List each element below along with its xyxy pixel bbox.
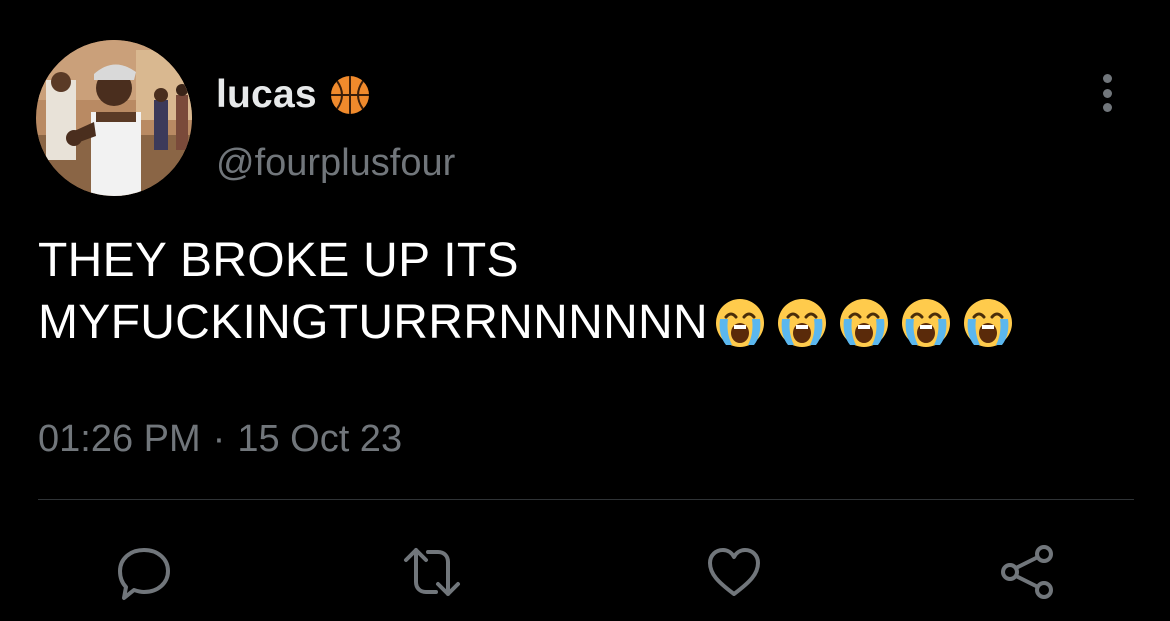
loudly-crying-face-icon bbox=[963, 299, 1012, 347]
retweet-icon bbox=[404, 548, 460, 596]
timestamp-separator: · bbox=[212, 418, 226, 460]
tweet-text-line-2-container: MYFUCKINGTURRRNNNNNN bbox=[38, 292, 1138, 354]
basketball-icon bbox=[330, 76, 369, 114]
reply-icon bbox=[118, 548, 170, 600]
more-dot-icon bbox=[1102, 103, 1112, 112]
loudly-crying-face-icon bbox=[715, 299, 764, 347]
tweet-text: THEY BROKE UP ITS MYFUCKINGTURRRNNNNNN bbox=[38, 230, 1138, 354]
share-button[interactable] bbox=[996, 540, 1060, 604]
display-name[interactable]: lucas bbox=[216, 73, 317, 117]
author-name-row: lucas bbox=[216, 70, 371, 120]
loudly-crying-face-icon bbox=[777, 299, 826, 347]
loudly-crying-face-icon bbox=[839, 299, 888, 347]
emoji-row bbox=[714, 297, 1024, 349]
tweet-date: 15 Oct 23 bbox=[237, 418, 403, 460]
share-icon bbox=[1001, 545, 1053, 599]
tweet-text-line-1: THEY BROKE UP ITS bbox=[38, 234, 519, 287]
more-dot-icon bbox=[1102, 88, 1112, 98]
like-icon bbox=[708, 548, 760, 596]
more-dot-icon bbox=[1102, 74, 1112, 83]
retweet-button[interactable] bbox=[400, 540, 464, 604]
tweet-timestamp[interactable]: 01:26 PM · 15 Oct 23 bbox=[38, 418, 402, 461]
tweet-time: 01:26 PM bbox=[38, 418, 201, 460]
reply-button[interactable] bbox=[112, 540, 176, 604]
more-options-button[interactable] bbox=[1090, 70, 1124, 116]
tweet-text-line-2: MYFUCKINGTURRRNNNNNN bbox=[38, 296, 708, 349]
loudly-crying-face-icon bbox=[901, 299, 950, 347]
user-handle[interactable]: @fourplusfour bbox=[216, 142, 455, 185]
like-button[interactable] bbox=[702, 540, 766, 604]
avatar[interactable] bbox=[36, 40, 192, 196]
tweet-card: lucas @fourplusfour THEY BROKE UP ITS MY… bbox=[0, 0, 1170, 621]
divider bbox=[38, 499, 1134, 500]
